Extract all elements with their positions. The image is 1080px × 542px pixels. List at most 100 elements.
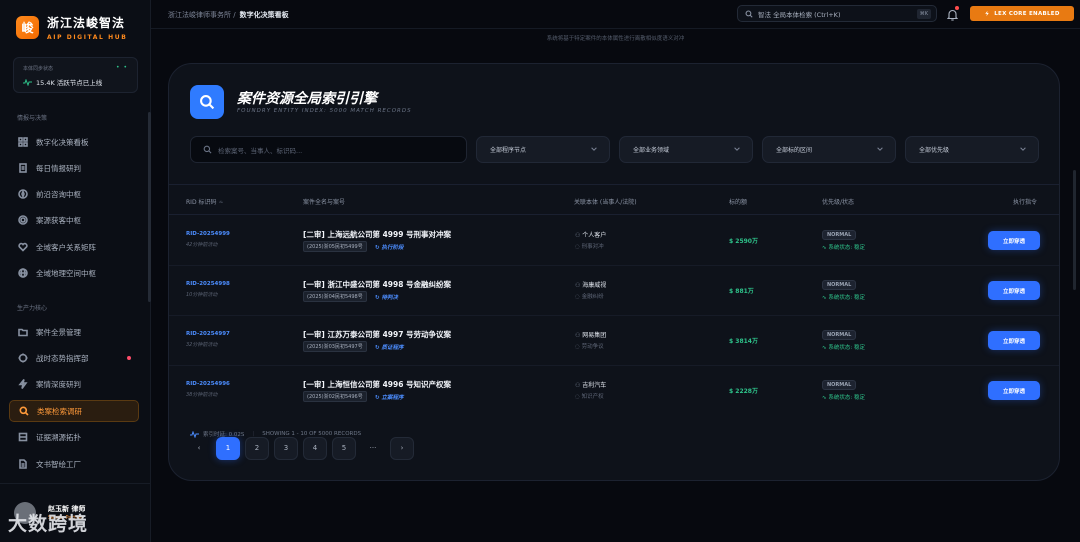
- sidebar-item-lead-hub[interactable]: 案源获客中枢: [9, 209, 139, 231]
- column-header-rid[interactable]: RID 标识码 ⩪: [186, 197, 223, 206]
- sidebar-item-consulting[interactable]: 前沿咨询中枢: [9, 183, 139, 205]
- row-rid[interactable]: RID-20254996: [186, 381, 230, 387]
- filter-procedure-select[interactable]: 全部程序节点: [476, 136, 610, 163]
- table-row[interactable]: RID-20254996 38分钟前活动 [一审] 上海恒信公司第 4996 号…: [169, 366, 1059, 416]
- priority-badge: NORMAL: [822, 280, 857, 290]
- penetrate-button[interactable]: 立即穿透: [988, 281, 1040, 300]
- sidebar-item-case-analysis[interactable]: 案情深度研判: [9, 373, 139, 395]
- row-case-name[interactable]: [二审] 上海远航公司第 4999 号刑事对冲案: [303, 229, 451, 240]
- sidebar-item-similar-case-search[interactable]: 类案检索调研: [9, 400, 139, 422]
- case-search-input[interactable]: 检索案号、当事人、标识码...: [190, 136, 467, 163]
- row-case-number: (2025)浙02民初5496号: [303, 391, 367, 402]
- pagination-page-1[interactable]: 1: [216, 436, 240, 460]
- filter-label: 全部程序节点: [490, 147, 527, 154]
- watermark: 大数跨境: [8, 513, 89, 535]
- chevron-down-icon: [877, 147, 883, 151]
- row-case-stage: ↻ 立案程序: [375, 393, 404, 401]
- column-header-party: 关联本体 (当事人/法院): [574, 199, 637, 206]
- pagination-page-2[interactable]: 2: [245, 436, 269, 460]
- notification-dot: [127, 356, 131, 360]
- row-activity-time: 42分钟前活动: [186, 242, 218, 248]
- bell-icon: [946, 9, 959, 21]
- document-icon: [19, 163, 27, 173]
- row-status-label: 系统状态: 稳定: [828, 295, 865, 301]
- shortcut-badge: ⌘K: [916, 9, 931, 19]
- row-case-name[interactable]: [一审] 浙江中盛公司第 4998 号金融纠纷案: [303, 279, 451, 290]
- row-case-name[interactable]: [一审] 上海恒信公司第 4996 号知识产权案: [303, 379, 451, 390]
- sidebar-item-evidence-topology[interactable]: 证据溯源拓扑: [9, 426, 139, 448]
- sidebar-item-label: 每日情报研判: [36, 163, 81, 173]
- row-party-label: 海康威视: [582, 282, 607, 289]
- sidebar-item-daily-intel[interactable]: 每日情报研判: [9, 157, 139, 179]
- row-amount: $ 2590万: [729, 236, 758, 245]
- topbar: 浙江法峻律师事务所 / 数字化决策看板 智法 全局本体检索 (Ctrl+K) ⌘K…: [151, 0, 1080, 29]
- sidebar-item-label: 全域地理空间中枢: [36, 268, 96, 278]
- global-search-input[interactable]: 智法 全局本体检索 (Ctrl+K) ⌘K: [737, 5, 937, 22]
- filter-amount-select[interactable]: 全部标的区间: [762, 136, 896, 163]
- pagination-prev-button[interactable]: ‹: [187, 437, 211, 460]
- pagination-next-button[interactable]: ›: [390, 436, 414, 460]
- row-rid[interactable]: RID-20254997: [186, 331, 230, 337]
- row-amount-value: 2228万: [735, 388, 758, 395]
- row-domain-label: 劳动争议: [581, 344, 604, 350]
- row-domain-label: 知识产权: [581, 394, 604, 400]
- pagination-page-4[interactable]: 4: [303, 436, 327, 460]
- sidebar-item-geo[interactable]: 全域地理空间中枢: [9, 262, 139, 284]
- bolt-icon: [985, 10, 990, 17]
- sidebar: 峻 浙江法峻智法 AIP DIGITAL HUB 本体同步状态 • • 15.4…: [0, 0, 151, 542]
- file-icon: [19, 459, 27, 469]
- row-domain: ◌ 刑事对冲: [575, 242, 604, 250]
- sidebar-item-label: 类案检索调研: [37, 406, 82, 416]
- sidebar-item-label: 全域客户关系矩阵: [36, 242, 96, 252]
- sidebar-item-label: 案件全景管理: [36, 327, 81, 337]
- table-header: RID 标识码 ⩪ 案件全名与案号 关联本体 (当事人/法院) 标的额 优先级/…: [169, 185, 1059, 215]
- row-status: ∿ 系统状态: 稳定: [822, 243, 865, 251]
- filter-priority-select[interactable]: 全部优先级: [905, 136, 1039, 163]
- sync-status-value: 15.4K 活跃节点已上线: [36, 79, 103, 87]
- row-amount: $ 2228万: [729, 386, 758, 395]
- row-amount: $ 881万: [729, 286, 754, 295]
- case-search-placeholder: 检索案号、当事人、标识码...: [218, 146, 303, 155]
- row-case-stage-label: 质证程序: [381, 345, 404, 351]
- sidebar-item-dashboard[interactable]: 数字化决策看板: [9, 131, 139, 153]
- row-party: ⚇ 网易集团: [575, 330, 606, 339]
- filter-domain-select[interactable]: 全部业务领域: [619, 136, 753, 163]
- brand[interactable]: 峻 浙江法峻智法 AIP DIGITAL HUB: [16, 14, 127, 41]
- priority-badge: NORMAL: [822, 380, 857, 390]
- pagination-page-5[interactable]: 5: [332, 436, 356, 460]
- penetrate-button[interactable]: 立即穿透: [988, 231, 1040, 250]
- table-row[interactable]: RID-20254997 32分钟前活动 [一审] 江苏万泰公司第 4997 号…: [169, 316, 1059, 366]
- row-rid[interactable]: RID-20254998: [186, 281, 230, 287]
- sidebar-item-case-management[interactable]: 案件全景管理: [9, 321, 139, 343]
- row-domain: ◌ 金融纠纷: [575, 292, 604, 300]
- crosshair-icon: [18, 353, 28, 363]
- sidebar-item-label: 战时态势指挥部: [36, 353, 89, 363]
- row-case-name[interactable]: [一审] 江苏万泰公司第 4997 号劳动争议案: [303, 329, 451, 340]
- sidebar-item-doc-factory[interactable]: 文书智绘工厂: [9, 453, 139, 475]
- panel-header: 案件资源全局索引引擎 FOUNDRY ENTITY INDEX: 5000 MA…: [169, 64, 1059, 185]
- table-row[interactable]: RID-20254998 10分钟前活动 [一审] 浙江中盛公司第 4998 号…: [169, 266, 1059, 316]
- penetrate-button[interactable]: 立即穿透: [988, 381, 1040, 400]
- sync-status-card: 本体同步状态 • • 15.4K 活跃节点已上线: [13, 57, 138, 93]
- sidebar-scrollbar[interactable]: [148, 112, 151, 302]
- row-party-label: 吉利汽车: [582, 382, 607, 389]
- pagination-page-3[interactable]: 3: [274, 436, 298, 460]
- row-status: ∿ 系统状态: 稳定: [822, 343, 865, 351]
- sidebar-item-command[interactable]: 战时态势指挥部: [9, 347, 139, 369]
- folder-icon: [18, 328, 28, 337]
- search-icon: [203, 145, 212, 154]
- notification-button[interactable]: [946, 6, 959, 25]
- lex-core-button[interactable]: LEX CORE ENABLED: [970, 6, 1074, 21]
- table-row[interactable]: RID-20254999 42分钟前活动 [二审] 上海远航公司第 4999 号…: [169, 216, 1059, 266]
- row-status-label: 系统状态: 稳定: [828, 245, 865, 251]
- filter-label: 全部优先级: [919, 147, 950, 154]
- sidebar-item-crm[interactable]: 全域客户关系矩阵: [9, 236, 139, 258]
- page-scrollbar[interactable]: [1073, 170, 1076, 290]
- brand-logo: 峻: [16, 16, 39, 39]
- search-icon: [745, 10, 753, 18]
- penetrate-button[interactable]: 立即穿透: [988, 331, 1040, 350]
- row-rid[interactable]: RID-20254999: [186, 231, 230, 237]
- sidebar-item-label: 数字化决策看板: [36, 137, 89, 147]
- breadcrumb-parent[interactable]: 浙江法峻律师事务所 /: [168, 11, 236, 19]
- column-header-label: RID 标识码: [186, 199, 217, 206]
